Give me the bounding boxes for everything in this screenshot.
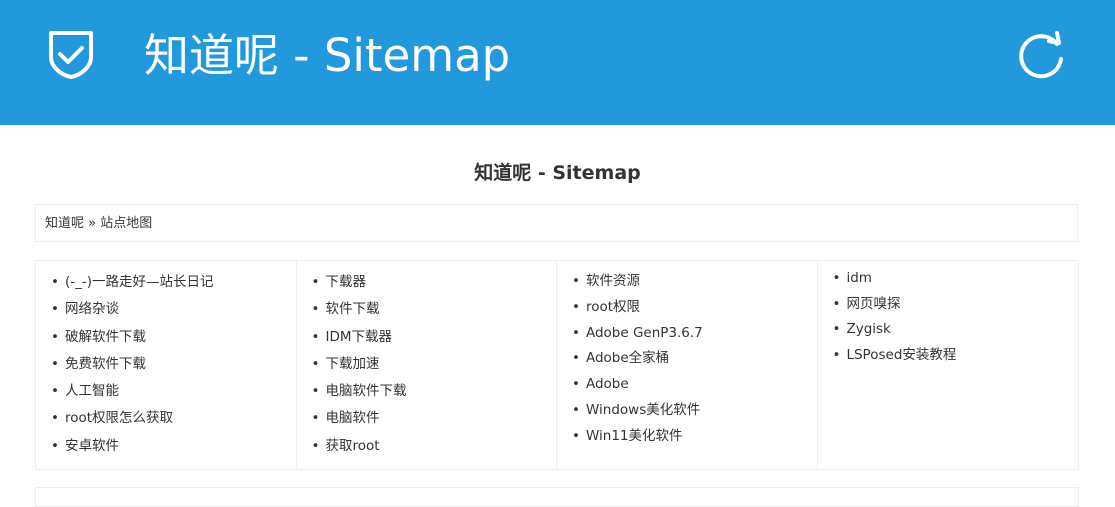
refresh-icon[interactable] (1012, 26, 1070, 84)
sitemap-link[interactable]: (-_-)一路走好—站长日记 (51, 269, 296, 296)
sitemap-column-2: 下载器软件下载IDM下载器下载加速电脑软件下载电脑软件获取root (297, 261, 557, 469)
sitemap-link[interactable]: 软件资源 (572, 269, 817, 295)
app-title: 知道呢 - Sitemap (144, 29, 511, 82)
shield-check-icon (45, 27, 97, 81)
breadcrumb-current: 站点地图 (100, 216, 153, 231)
breadcrumb: 知道呢 » 站点地图 (35, 204, 1078, 242)
sitemap-column-1: (-_-)一路走好—站长日记网络杂谈破解软件下载免费软件下载人工智能root权限… (36, 261, 297, 469)
sitemap-link[interactable]: 网页嗅探 (833, 292, 1079, 318)
sitemap-link[interactable]: IDM下载器 (312, 324, 557, 351)
sitemap-column-3: 软件资源root权限Adobe GenP3.6.7Adobe全家桶AdobeWi… (557, 261, 818, 469)
sitemap-link[interactable]: 获取root (312, 433, 557, 460)
sitemap-link[interactable]: idm (833, 266, 1079, 292)
app-bar: 知道呢 - Sitemap (0, 0, 1115, 125)
sitemap-link[interactable]: Adobe (572, 372, 817, 398)
sitemap-grid: (-_-)一路走好—站长日记网络杂谈破解软件下载免费软件下载人工智能root权限… (35, 260, 1079, 470)
breadcrumb-home-link[interactable]: 知道呢 (45, 216, 84, 231)
sitemap-link[interactable]: Win11美化软件 (572, 424, 817, 450)
sitemap-link[interactable]: 电脑软件下载 (312, 378, 557, 405)
next-section-box (35, 487, 1079, 507)
sitemap-link[interactable]: 电脑软件 (312, 405, 557, 432)
page-title: 知道呢 - Sitemap (474, 162, 641, 184)
sitemap-link[interactable]: root权限怎么获取 (51, 405, 296, 432)
sitemap-link[interactable]: 免费软件下载 (51, 351, 296, 378)
sitemap-link[interactable]: 人工智能 (51, 378, 296, 405)
sitemap-link[interactable]: 安卓软件 (51, 433, 296, 460)
sitemap-link[interactable]: Windows美化软件 (572, 398, 817, 424)
sitemap-link[interactable]: 网络杂谈 (51, 296, 296, 323)
sitemap-link[interactable]: LSPosed安装教程 (833, 343, 1079, 369)
sitemap-link[interactable]: 下载加速 (312, 351, 557, 378)
sitemap-link[interactable]: Adobe GenP3.6.7 (572, 321, 817, 347)
sitemap-link[interactable]: 下载器 (312, 269, 557, 296)
sitemap-link[interactable]: root权限 (572, 295, 817, 321)
sitemap-column-4: idm网页嗅探ZygiskLSPosed安装教程 (818, 261, 1079, 469)
sitemap-link[interactable]: 破解软件下载 (51, 324, 296, 351)
sitemap-link[interactable]: Zygisk (833, 317, 1079, 343)
breadcrumb-separator: » (88, 216, 97, 231)
sitemap-link[interactable]: 软件下载 (312, 296, 557, 323)
sitemap-link[interactable]: Adobe全家桶 (572, 346, 817, 372)
